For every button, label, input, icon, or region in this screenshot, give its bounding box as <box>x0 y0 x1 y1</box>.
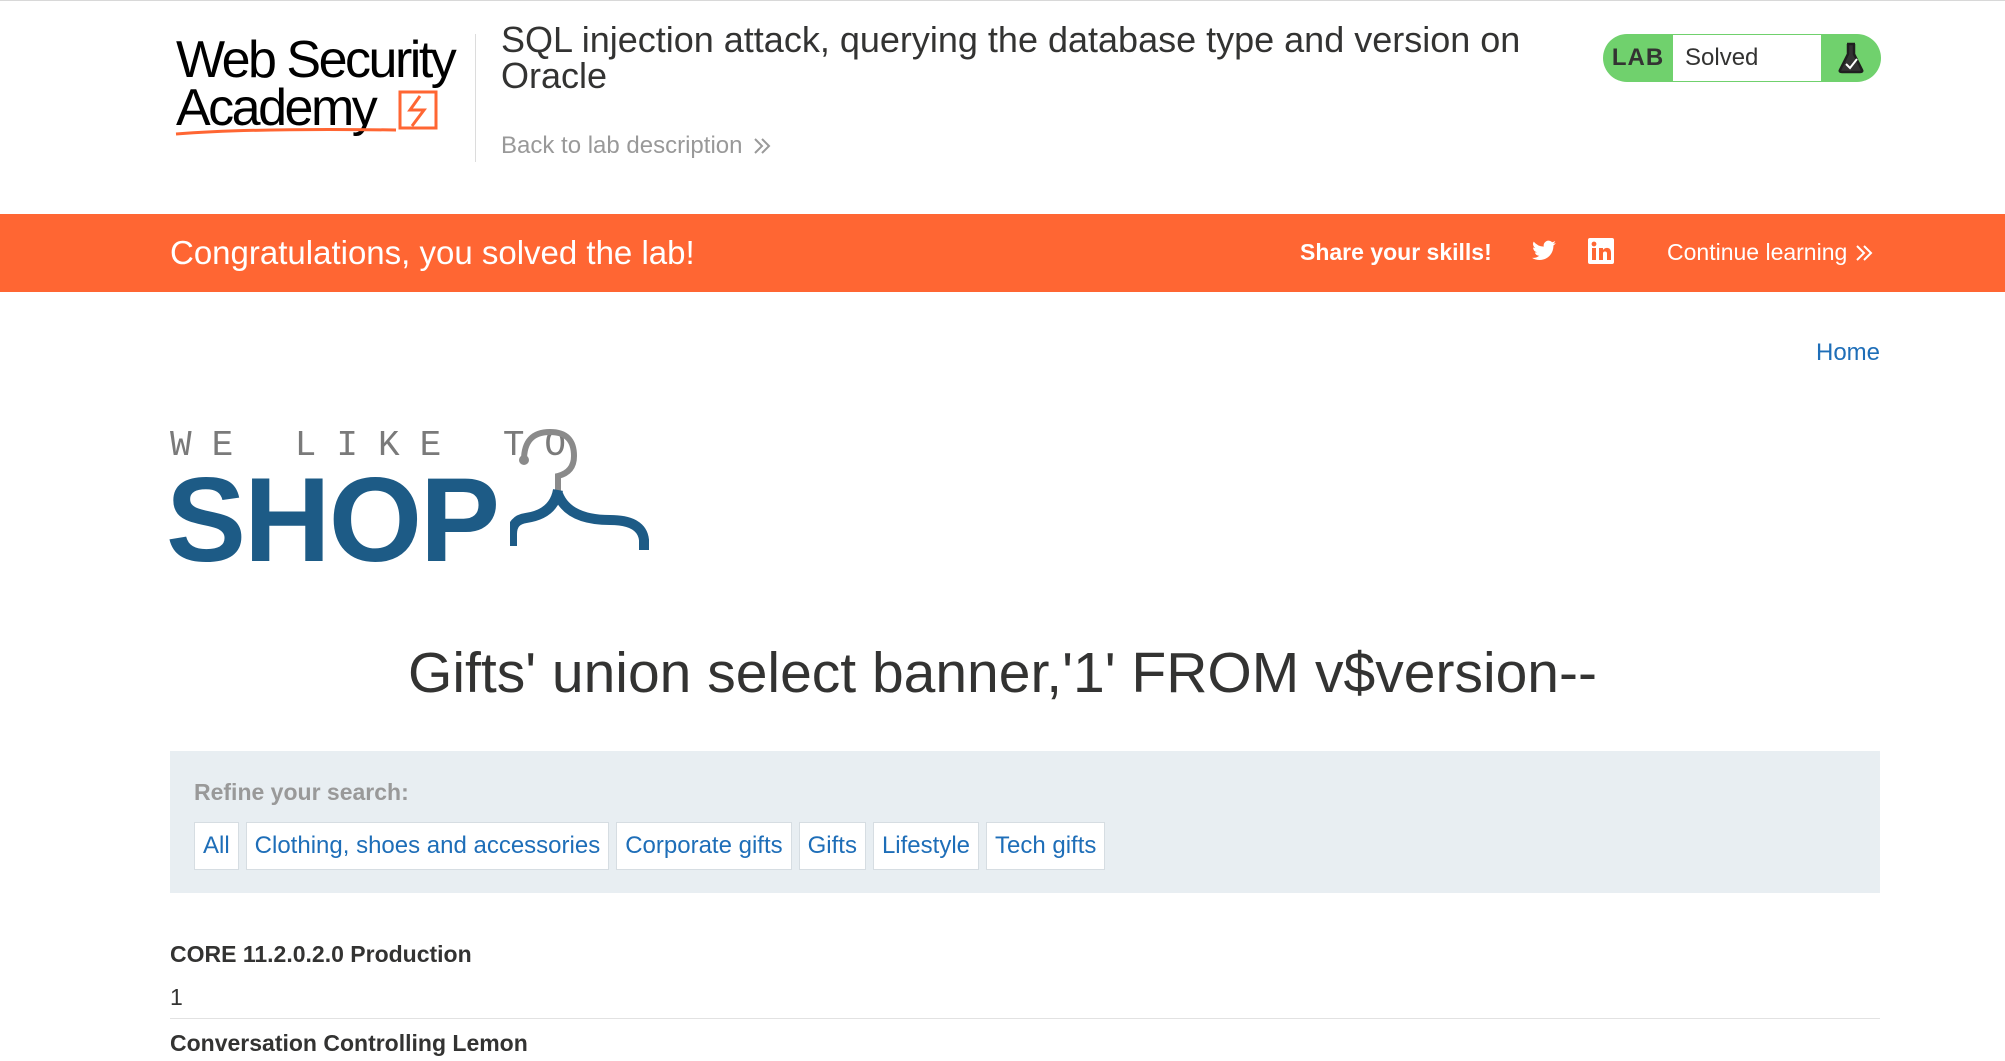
shop-name: SHOP <box>166 453 500 587</box>
solved-banner: Congratulations, you solved the lab! Sha… <box>0 214 2005 292</box>
double-chevron-right-icon <box>1856 244 1873 261</box>
back-to-lab-link[interactable]: Back to lab description <box>501 132 772 160</box>
shop-logo[interactable]: WE LIKE TO SHOP <box>166 428 700 580</box>
header-divider <box>475 34 476 162</box>
filter-lifestyle[interactable]: Lifestyle <box>872 822 979 870</box>
result-title: CORE 11.2.0.2.0 Production <box>170 941 472 967</box>
filter-tech-gifts[interactable]: Tech gifts <box>986 822 1106 870</box>
web-security-academy-logo[interactable]: Web Security Academy <box>172 30 472 140</box>
flask-icon <box>1821 42 1881 74</box>
status-label: LAB <box>1611 44 1665 71</box>
share-skills-label: Share your skills! <box>1300 239 1492 265</box>
status-value: Solved <box>1673 35 1821 81</box>
back-link-label: Back to lab description <box>501 132 743 159</box>
lab-header: Web Security Academy SQL injection attac… <box>0 0 2005 214</box>
lab-title: SQL injection attack, querying the datab… <box>501 19 1521 96</box>
filter-all[interactable]: All <box>194 822 239 870</box>
continue-learning-link[interactable]: Continue learning <box>1667 239 1873 266</box>
result-title: Conversation Controlling Lemon <box>170 1030 528 1056</box>
logo-bolt-icon <box>175 90 438 136</box>
linkedin-icon[interactable] <box>1588 238 1614 269</box>
congrats-message: Congratulations, you solved the lab! <box>170 234 695 271</box>
home-link[interactable]: Home <box>1816 339 1880 367</box>
filter-corporate-gifts[interactable]: Corporate gifts <box>616 822 792 870</box>
refine-label: Refine your search: <box>194 779 409 805</box>
filter-clothing[interactable]: Clothing, shoes and accessories <box>245 822 610 870</box>
table-row: Conversation Controlling Lemon <box>170 1019 1880 1061</box>
continue-learning-label: Continue learning <box>1667 239 1848 265</box>
twitter-icon[interactable] <box>1530 238 1558 269</box>
table-row: CORE 11.2.0.2.0 Production 1 <box>170 930 1880 1019</box>
filter-panel: Refine your search: All Clothing, shoes … <box>170 751 1880 893</box>
result-detail: 1 <box>170 984 183 1010</box>
double-chevron-right-icon <box>754 138 771 154</box>
lab-status-badge: LAB Solved <box>1603 34 1881 82</box>
results-table: CORE 11.2.0.2.0 Production 1 Conversatio… <box>170 930 1880 1061</box>
hanger-icon <box>510 428 649 550</box>
search-results-heading: Gifts' union select banner,'1' FROM v$ve… <box>408 641 1597 705</box>
filter-gifts[interactable]: Gifts <box>798 822 866 870</box>
filter-list: All Clothing, shoes and accessories Corp… <box>194 822 1856 870</box>
